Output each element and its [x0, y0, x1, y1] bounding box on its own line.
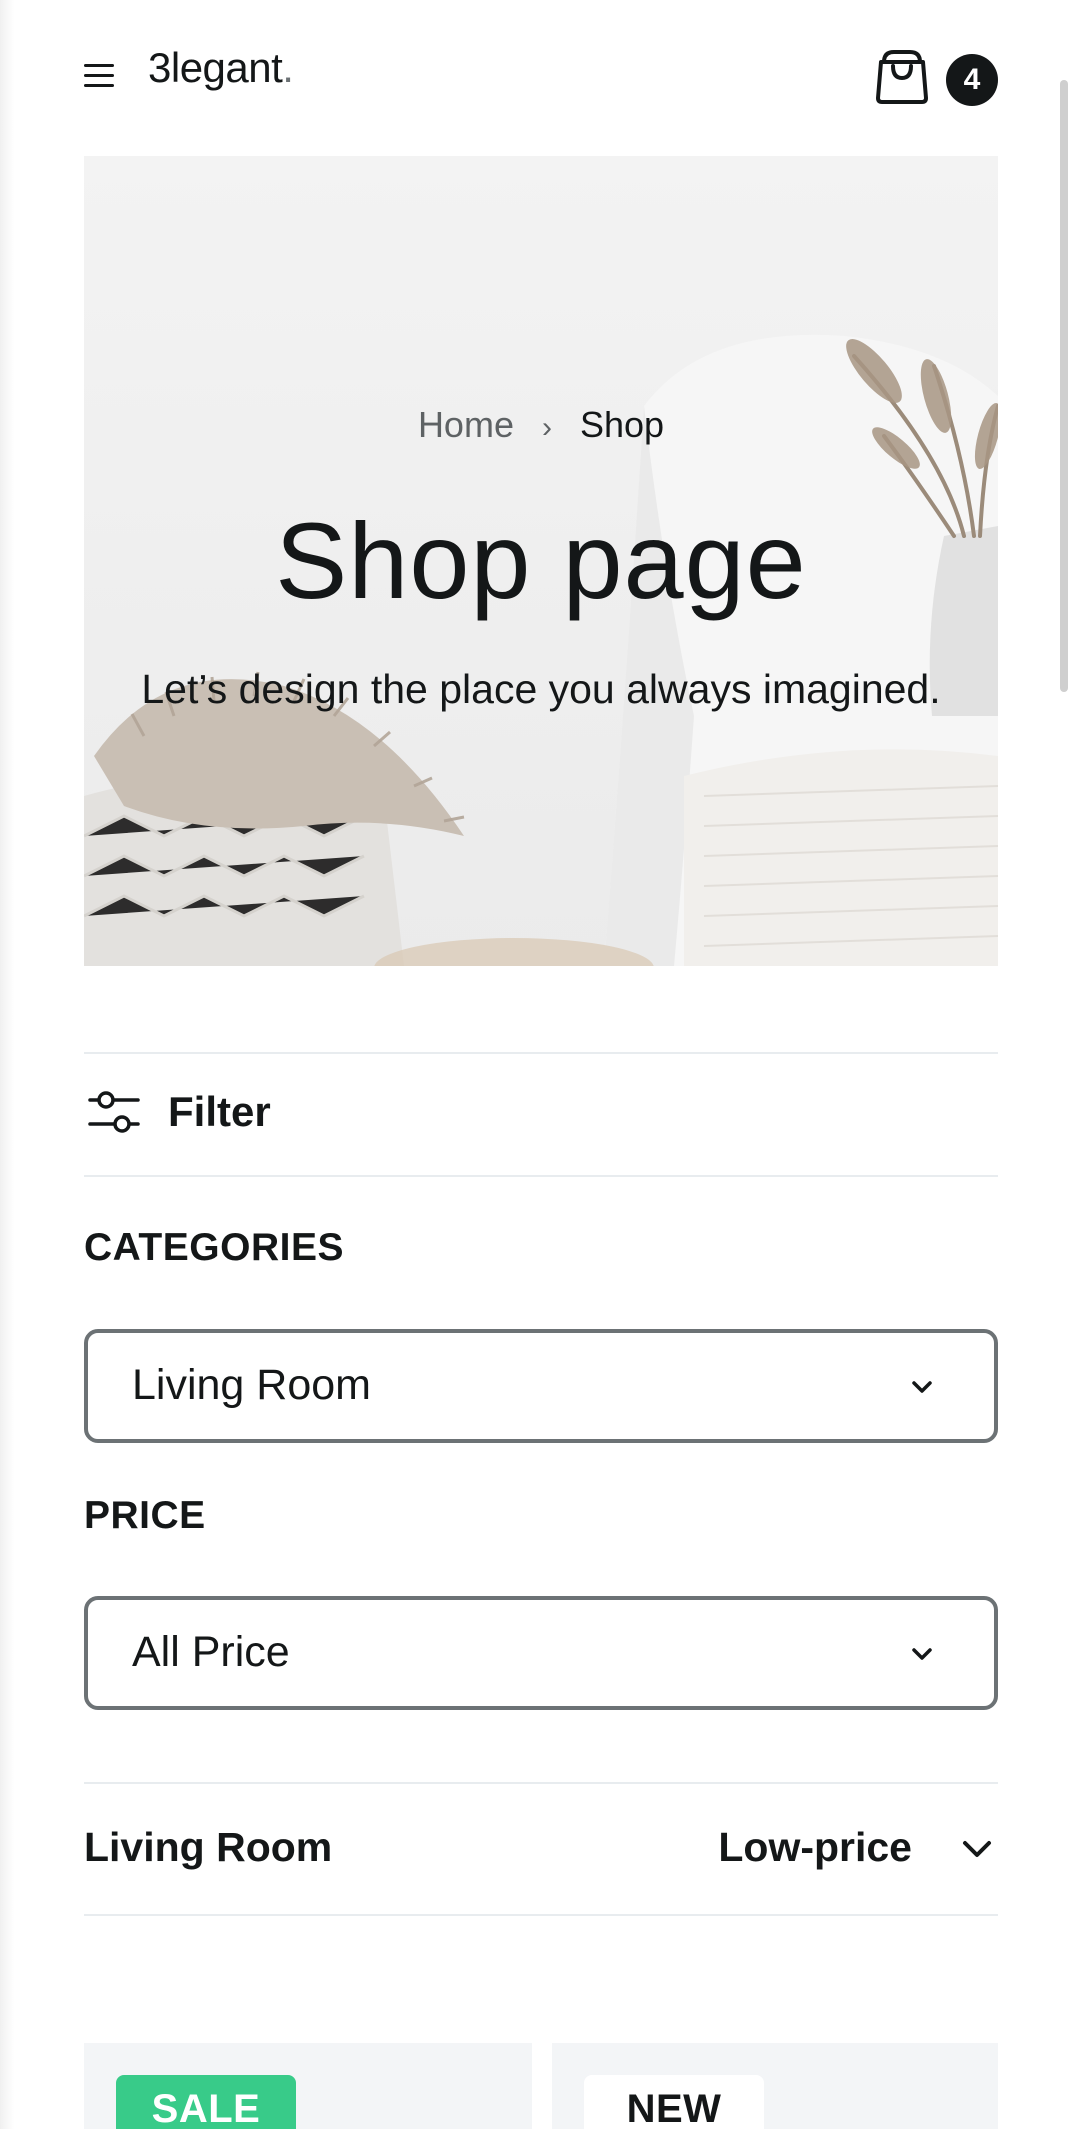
- shop-page: 3legant. 4 Home › Shop Shop page Let’s d…: [0, 0, 1080, 2129]
- divider: [84, 1175, 998, 1177]
- product-card[interactable]: SALE: [84, 2043, 532, 2129]
- product-card[interactable]: NEW: [552, 2043, 998, 2129]
- chevron-down-icon: [912, 1381, 932, 1393]
- breadcrumb-home-link[interactable]: Home: [418, 404, 514, 445]
- chevron-down-icon: [912, 1648, 932, 1660]
- top-navigation: 3legant. 4: [84, 40, 998, 112]
- categories-selected-value: Living Room: [132, 1361, 371, 1409]
- logo-text: 3legant: [148, 44, 283, 91]
- current-category-label: Living Room: [84, 1824, 333, 1870]
- sort-order-dropdown[interactable]: Low-price: [718, 1824, 912, 1871]
- logo[interactable]: 3legant.: [148, 44, 294, 92]
- divider: [84, 1782, 998, 1784]
- scrollbar[interactable]: [1060, 80, 1068, 692]
- divider: [84, 1914, 998, 1916]
- filter-label: Filter: [168, 1088, 271, 1135]
- page-edge-shadow: [0, 0, 14, 2129]
- cart-count-badge: 4: [946, 54, 998, 106]
- sliders-icon: [88, 1091, 140, 1133]
- breadcrumb-separator-icon: ›: [541, 411, 552, 444]
- categories-heading: CATEGORIES: [84, 1226, 344, 1269]
- cart-button[interactable]: 4: [874, 48, 998, 106]
- breadcrumb-current: Shop: [579, 404, 665, 445]
- price-selected-value: All Price: [132, 1628, 290, 1676]
- divider: [84, 1052, 998, 1054]
- price-heading: PRICE: [84, 1494, 206, 1537]
- logo-dot: .: [282, 44, 294, 91]
- shopping-bag-icon: [876, 50, 928, 104]
- price-select[interactable]: All Price: [84, 1596, 998, 1710]
- page-subtitle: Let’s design the place you always imagin…: [141, 666, 941, 712]
- sale-badge: SALE: [116, 2075, 296, 2129]
- hero-banner: Home › Shop Shop page Let’s design the pla…: [84, 156, 998, 966]
- hamburger-menu-icon[interactable]: [84, 62, 116, 90]
- sort-bar: Living Room Low-price: [84, 1818, 998, 1878]
- categories-select[interactable]: Living Room: [84, 1329, 998, 1443]
- new-badge: NEW: [584, 2075, 764, 2129]
- breadcrumb: Home › Shop: [84, 404, 998, 446]
- chevron-down-icon[interactable]: [960, 1832, 994, 1866]
- page-title: Shop page: [275, 500, 807, 621]
- filter-toggle[interactable]: Filter: [84, 1082, 384, 1142]
